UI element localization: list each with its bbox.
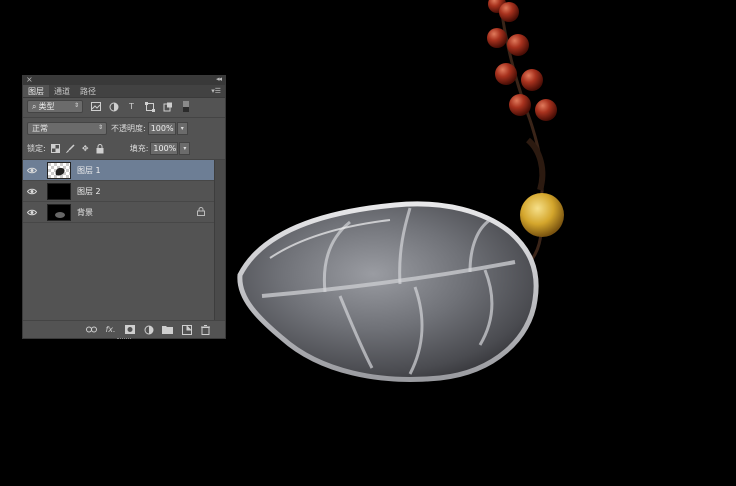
- close-icon[interactable]: ×: [26, 75, 33, 84]
- panel-title-bar: × ◂◂: [23, 75, 225, 85]
- layer-name: 图层 1: [77, 165, 101, 175]
- lock-icon: [197, 207, 205, 218]
- trash-icon[interactable]: [200, 324, 211, 335]
- tab-channels[interactable]: 通道: [49, 85, 75, 97]
- layers-list: 图层 1 图层 2 背景: [23, 160, 215, 223]
- blend-mode-value: 正常: [32, 124, 48, 133]
- eye-icon[interactable]: [23, 209, 41, 216]
- panel-resize-grip[interactable]: [117, 338, 131, 341]
- tab-layers[interactable]: 图层: [23, 85, 49, 97]
- panel-footer: fx.: [23, 320, 225, 341]
- opacity-slider-button[interactable]: ▾: [176, 122, 188, 135]
- cord-knot: [525, 137, 546, 191]
- filter-kind-label: 类型: [38, 102, 55, 111]
- new-group-icon[interactable]: [162, 324, 173, 335]
- tab-paths[interactable]: 路径: [75, 85, 101, 97]
- filter-shape-icon[interactable]: [144, 101, 155, 112]
- leaf-pendant: [237, 201, 539, 382]
- filter-kind-select[interactable]: ⌕ 类型 ⇕: [27, 100, 83, 113]
- layers-scrollbar[interactable]: [214, 160, 225, 320]
- yellow-bead: [520, 193, 564, 237]
- lock-move-icon[interactable]: ✥: [80, 143, 91, 154]
- new-layer-icon[interactable]: [181, 324, 192, 335]
- red-beads: [487, 0, 557, 121]
- layer-row-2[interactable]: 图层 2: [23, 181, 215, 202]
- opacity-input[interactable]: 100%: [147, 122, 176, 135]
- blend-mode-select[interactable]: 正常 ⇕: [27, 122, 107, 135]
- lock-row: 锁定: ✥ 填充: 100% ▾: [23, 142, 225, 155]
- eye-icon[interactable]: [23, 188, 41, 195]
- layer-row-background[interactable]: 背景: [23, 202, 215, 223]
- eye-icon[interactable]: [23, 167, 41, 174]
- layer-thumbnail: [47, 161, 71, 179]
- panel-menu-icon[interactable]: ▾☰: [211, 87, 221, 95]
- search-icon: ⌕: [32, 101, 37, 111]
- layers-panel: × ◂◂ 图层 通道 路径 ▾☰ ⌕ 类型 ⇕ T 正常 ⇕ 不透明度: 100…: [22, 75, 226, 339]
- new-adjustment-icon[interactable]: [143, 324, 154, 335]
- chevron-updown-icon: ⇕: [73, 102, 79, 109]
- collapse-icon[interactable]: ◂◂: [216, 75, 222, 83]
- fill-label: 填充:: [129, 144, 149, 153]
- fill-slider-button[interactable]: ▾: [179, 142, 191, 155]
- layer-row-1[interactable]: 图层 1: [23, 160, 215, 181]
- panel-tabs: 图层 通道 路径 ▾☰: [23, 85, 225, 98]
- lock-brush-icon[interactable]: [65, 143, 76, 154]
- layer-name: 背景: [77, 207, 93, 217]
- lock-label: 锁定:: [27, 144, 46, 153]
- lock-all-icon[interactable]: [95, 143, 106, 154]
- layer-thumbnail: [47, 182, 71, 200]
- chevron-updown-icon: ⇕: [97, 124, 103, 131]
- filter-smartobject-icon[interactable]: [162, 101, 173, 112]
- blend-row: 正常 ⇕ 不透明度: 100% ▾: [23, 122, 225, 135]
- filter-row: ⌕ 类型 ⇕ T: [23, 100, 225, 113]
- filter-toggle-icon[interactable]: [180, 101, 191, 112]
- link-layers-icon[interactable]: [86, 324, 97, 335]
- filter-adjustment-icon[interactable]: [108, 101, 119, 112]
- fx-icon[interactable]: fx.: [105, 324, 116, 335]
- layer-name: 图层 2: [77, 186, 101, 196]
- filter-pixel-icon[interactable]: [90, 101, 101, 112]
- fill-input[interactable]: 100%: [150, 142, 179, 155]
- opacity-label: 不透明度:: [111, 124, 146, 133]
- layer-thumbnail: [47, 203, 71, 221]
- add-mask-icon[interactable]: [124, 324, 135, 335]
- filter-type-icon[interactable]: T: [126, 101, 137, 112]
- lock-transparency-icon[interactable]: [50, 143, 61, 154]
